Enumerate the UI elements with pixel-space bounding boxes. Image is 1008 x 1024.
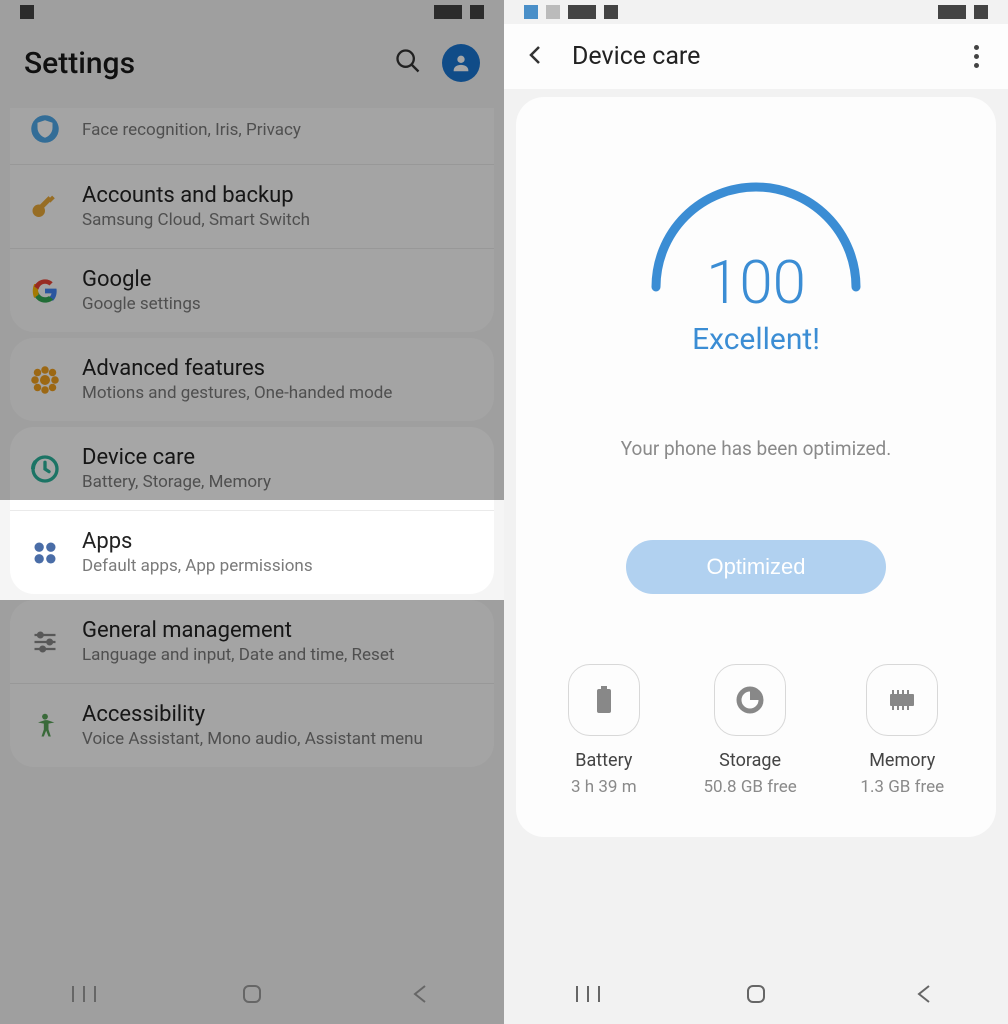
settings-item-advanced[interactable]: Advanced features Motions and gestures, …: [10, 338, 494, 421]
settings-item-title: Advanced features: [82, 356, 476, 381]
settings-group: Face recognition, Iris, Privacy Accounts…: [10, 108, 494, 332]
stat-memory[interactable]: Memory 1.3 GB free: [860, 664, 944, 797]
settings-group: General management Language and input, D…: [10, 600, 494, 767]
stat-storage[interactable]: Storage 50.8 GB free: [703, 664, 796, 797]
settings-item-subtitle: Battery, Storage, Memory: [82, 472, 476, 492]
sliders-icon: [28, 625, 62, 659]
settings-item-device-care[interactable]: Device care Battery, Storage, Memory: [10, 427, 494, 511]
status-bar: [504, 0, 1008, 24]
left-phone-settings: Settings Face recognition, Iris, Privacy: [0, 0, 504, 1024]
score-label: Excellent!: [692, 322, 820, 357]
back-button[interactable]: [400, 974, 440, 1014]
key-icon: [28, 190, 62, 224]
settings-item-subtitle: Default apps, App permissions: [82, 556, 476, 576]
settings-item-title: Accounts and backup: [82, 183, 476, 208]
optimize-button[interactable]: Optimized: [626, 540, 885, 594]
settings-item-title: Apps: [82, 529, 476, 554]
settings-item-biometrics[interactable]: Face recognition, Iris, Privacy: [10, 108, 494, 165]
settings-item-title: Google: [82, 267, 476, 292]
page-title: Settings: [24, 46, 135, 81]
device-care-icon: [28, 452, 62, 486]
stat-value: 1.3 GB free: [860, 777, 944, 797]
settings-item-title: General management: [82, 618, 476, 643]
memory-icon: [866, 664, 938, 736]
android-navbar: [504, 964, 1008, 1024]
stat-value: 50.8 GB free: [703, 777, 796, 797]
accessibility-icon: [28, 709, 62, 743]
shield-icon: [28, 112, 62, 146]
settings-item-subtitle: Samsung Cloud, Smart Switch: [82, 210, 476, 230]
storage-icon: [714, 664, 786, 736]
stat-label: Storage: [719, 750, 781, 771]
settings-item-subtitle: Motions and gestures, One-handed mode: [82, 383, 476, 403]
home-button[interactable]: [736, 974, 776, 1014]
battery-icon: [568, 664, 640, 736]
settings-item-general[interactable]: General management Language and input, D…: [10, 600, 494, 684]
settings-item-subtitle: Voice Assistant, Mono audio, Assistant m…: [82, 729, 476, 749]
google-icon: [28, 274, 62, 308]
optimized-message: Your phone has been optimized.: [621, 437, 892, 460]
device-care-card: 100 Excellent! Your phone has been optim…: [516, 97, 996, 837]
stats-row: Battery 3 h 39 m Storage 50.8 GB free Me…: [536, 664, 976, 797]
settings-item-subtitle: Language and input, Date and time, Reset: [82, 645, 476, 665]
status-bar: [0, 0, 504, 24]
device-care-header: Device care: [504, 24, 1008, 89]
search-icon[interactable]: [394, 47, 422, 79]
settings-item-title: Device care: [82, 445, 476, 470]
settings-item-subtitle: Google settings: [82, 294, 476, 314]
more-icon[interactable]: [964, 45, 988, 68]
settings-group: Advanced features Motions and gestures, …: [10, 338, 494, 421]
settings-group-highlight: Device care Battery, Storage, Memory App…: [10, 427, 494, 594]
settings-item-apps[interactable]: Apps Default apps, App permissions: [10, 511, 494, 594]
home-button[interactable]: [232, 974, 272, 1014]
apps-icon: [28, 536, 62, 570]
settings-item-accessibility[interactable]: Accessibility Voice Assistant, Mono audi…: [10, 684, 494, 767]
settings-item-subtitle: Face recognition, Iris, Privacy: [82, 120, 476, 140]
settings-item-title: Accessibility: [82, 702, 476, 727]
stat-label: Memory: [869, 750, 935, 771]
right-phone-device-care: Device care 100 Excellent! Your phone ha…: [504, 0, 1008, 1024]
stat-battery[interactable]: Battery 3 h 39 m: [568, 664, 640, 797]
recents-button[interactable]: [64, 974, 104, 1014]
score-gauge: [626, 157, 886, 297]
recents-button[interactable]: [568, 974, 608, 1014]
settings-item-accounts[interactable]: Accounts and backup Samsung Cloud, Smart…: [10, 165, 494, 249]
stat-label: Battery: [575, 750, 632, 771]
gear-flower-icon: [28, 363, 62, 397]
back-button[interactable]: [904, 974, 944, 1014]
android-navbar: [0, 964, 504, 1024]
page-title: Device care: [572, 42, 964, 71]
settings-item-google[interactable]: Google Google settings: [10, 249, 494, 332]
profile-avatar[interactable]: [442, 44, 480, 82]
settings-header: Settings: [0, 24, 504, 102]
back-icon[interactable]: [524, 43, 572, 71]
stat-value: 3 h 39 m: [571, 777, 637, 797]
